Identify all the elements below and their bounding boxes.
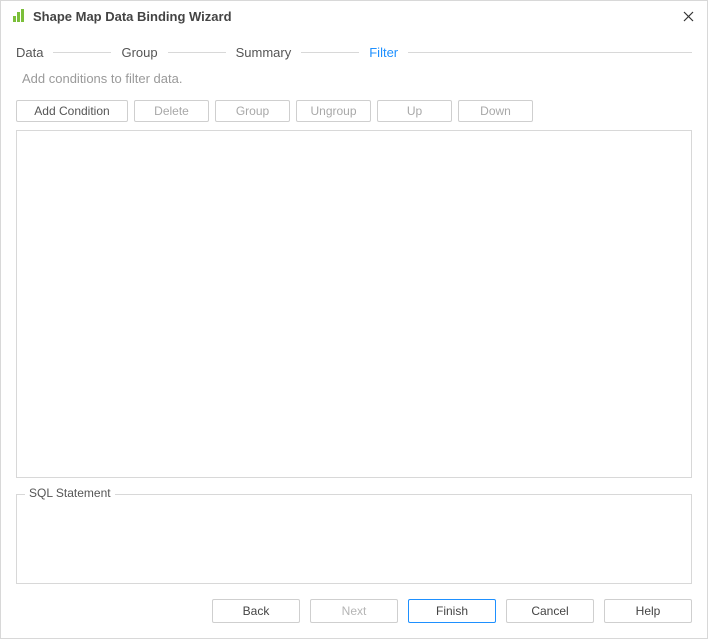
group-button[interactable]: Group [215,100,290,122]
help-button[interactable]: Help [604,599,692,623]
cancel-button[interactable]: Cancel [506,599,594,623]
delete-button[interactable]: Delete [134,100,209,122]
filter-toolbar: Add Condition Delete Group Ungroup Up Do… [16,98,692,130]
titlebar: Shape Map Data Binding Wizard [1,1,707,31]
step-separator [53,52,111,53]
step-group[interactable]: Group [121,45,157,60]
wizard-footer: Back Next Finish Cancel Help [1,584,707,638]
step-separator [408,52,692,53]
content-area: Data Group Summary Filter Add conditions… [1,31,707,584]
step-data[interactable]: Data [16,45,43,60]
back-button[interactable]: Back [212,599,300,623]
add-condition-button[interactable]: Add Condition [16,100,128,122]
close-button[interactable] [673,1,703,31]
step-filter[interactable]: Filter [369,45,398,60]
filter-conditions-area[interactable] [16,130,692,478]
sql-statement-panel: SQL Statement [16,494,692,584]
close-icon [683,11,694,22]
instruction-text: Add conditions to filter data. [16,68,692,98]
wizard-window: Shape Map Data Binding Wizard Data Group… [0,0,708,639]
finish-button[interactable]: Finish [408,599,496,623]
step-separator [301,52,359,53]
sql-statement-label: SQL Statement [25,486,115,500]
ungroup-button[interactable]: Ungroup [296,100,371,122]
window-title: Shape Map Data Binding Wizard [33,9,673,24]
down-button[interactable]: Down [458,100,533,122]
next-button[interactable]: Next [310,599,398,623]
step-separator [168,52,226,53]
app-icon [11,8,27,24]
step-summary[interactable]: Summary [236,45,292,60]
wizard-steps: Data Group Summary Filter [16,31,692,68]
up-button[interactable]: Up [377,100,452,122]
